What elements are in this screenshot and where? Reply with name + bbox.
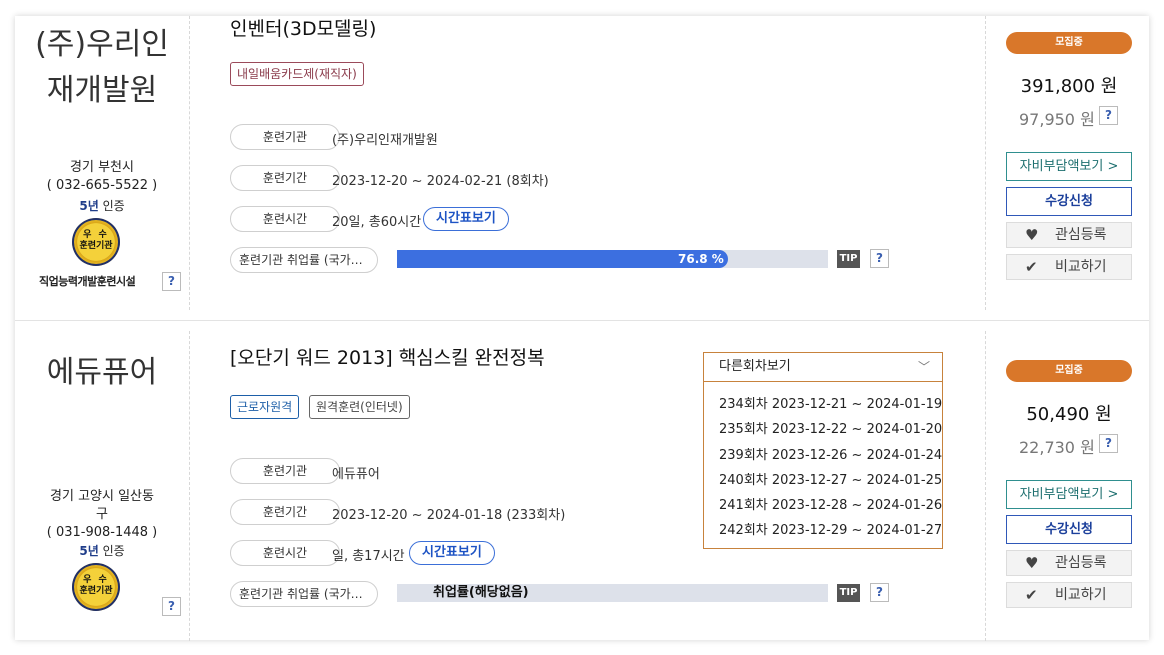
sessions-dropdown[interactable]: 다른회차보기 ﹀ 234회차 2023-12-21 ~ 2024-01-19 2… [703, 352, 943, 549]
label-employment[interactable]: 훈련기관 취업률 (국가… [230, 247, 378, 273]
label-org: 훈련기관 [230, 458, 340, 484]
self-burden-button[interactable]: 자비부담액보기 > [1006, 480, 1132, 509]
apply-button[interactable]: 수강신청 [1006, 515, 1132, 544]
tip-badge[interactable]: TIP [837, 584, 860, 602]
label-org: 훈련기관 [230, 124, 340, 150]
org-address: 경기 고양시 일산동 구 ( 031-908-1448 ) [46, 489, 158, 540]
course-tag: 근로자원격 [230, 395, 300, 419]
label-employment[interactable]: 훈련기관 취업률 (국가… [230, 581, 378, 607]
label-period: 훈련기간 [230, 165, 340, 191]
compare-button[interactable]: ✔ 비교하기 [1006, 254, 1132, 280]
timetable-button[interactable]: 시간표보기 [409, 541, 495, 565]
employment-help-button[interactable]: ? [870, 249, 889, 268]
session-option[interactable]: 234회차 2023-12-21 ~ 2024-01-19 [719, 392, 942, 417]
session-option[interactable]: 241회차 2023-12-28 ~ 2024-01-26 [719, 493, 942, 518]
divider [985, 16, 986, 310]
facility-label: 직업능력개발훈련시설 [39, 275, 136, 288]
heart-icon: ♥ [1025, 554, 1039, 572]
facility-help-button[interactable]: ? [162, 272, 181, 291]
period-value: 2023-12-20 ~ 2024-01-18 (233회차) [332, 508, 566, 523]
wish-button[interactable]: ♥ 관심등록 [1006, 222, 1132, 248]
compare-button[interactable]: ✔ 비교하기 [1006, 582, 1132, 608]
timetable-button[interactable]: 시간표보기 [423, 207, 509, 231]
employment-rate-bar: 76.8 % [397, 250, 828, 268]
employment-help-button[interactable]: ? [870, 583, 889, 602]
course-list-panel: (주)우리인 재개발원 경기 부천시 ( 032-665-5522 ) 5년 인… [15, 16, 1149, 641]
course-tag: 내일배움카드제(재직자) [230, 62, 364, 86]
course-price: 391,800 원 [1020, 76, 1118, 97]
self-burden-button[interactable]: 자비부담액보기 > [1006, 152, 1132, 181]
check-icon: ✔ [1025, 258, 1038, 276]
hours-value: 일, 총17시간 [332, 549, 405, 564]
session-option[interactable]: 242회차 2023-12-29 ~ 2024-01-27 [719, 518, 942, 543]
session-option[interactable]: 240회차 2023-12-27 ~ 2024-01-25 [719, 468, 942, 493]
divider [985, 331, 986, 641]
employment-rate-label: 취업률(해당없음) [433, 585, 529, 600]
org-name[interactable]: 에듀퓨어 [15, 350, 189, 396]
cert-badge: 5년 인증 [79, 544, 125, 558]
heart-icon: ♥ [1025, 226, 1039, 244]
self-price: 22,730 원 [1019, 438, 1095, 457]
divider [189, 16, 190, 310]
label-period: 훈련기간 [230, 499, 340, 525]
course-title[interactable]: [오단기 워드 2013] 핵심스킬 완전정복 [230, 343, 545, 370]
status-badge: 모집중 [1006, 32, 1132, 54]
employment-rate-bar: 취업률(해당없음) [397, 584, 828, 602]
cert-badge: 5년 인증 [79, 199, 125, 213]
status-badge: 모집중 [1006, 360, 1132, 382]
facility-help-button[interactable]: ? [162, 597, 181, 616]
org-value: (주)우리인재개발원 [332, 133, 438, 148]
course-card: 에듀퓨어 경기 고양시 일산동 구 ( 031-908-1448 ) 5년 인증… [15, 320, 1149, 641]
period-value: 2023-12-20 ~ 2024-02-21 (8회차) [332, 174, 549, 189]
apply-button[interactable]: 수강신청 [1006, 187, 1132, 216]
excellent-org-medal-icon: 우 수 훈련기관 [72, 563, 120, 611]
chevron-down-icon: ﹀ [917, 360, 930, 374]
price-help-button[interactable]: ? [1099, 106, 1118, 125]
hours-value: 20일, 총60시간 [332, 215, 422, 230]
course-price: 50,490 원 [1026, 404, 1112, 425]
divider [189, 331, 190, 641]
label-hours: 훈련시간 [230, 206, 340, 232]
check-icon: ✔ [1025, 586, 1038, 604]
org-address: 경기 부천시 ( 032-665-5522 ) [46, 160, 158, 193]
wish-button[interactable]: ♥ 관심등록 [1006, 550, 1132, 576]
label-hours: 훈련시간 [230, 540, 340, 566]
tip-badge[interactable]: TIP [837, 250, 860, 268]
course-tag: 원격훈련(인터넷) [309, 395, 410, 419]
sessions-dropdown-toggle[interactable]: 다른회차보기 ﹀ [704, 353, 942, 382]
employment-rate-label: 76.8 % [678, 252, 724, 266]
self-price: 97,950 원 [1019, 110, 1095, 129]
session-option[interactable]: 235회차 2023-12-22 ~ 2024-01-20 [719, 417, 942, 442]
sessions-list: 234회차 2023-12-21 ~ 2024-01-19 235회차 2023… [704, 382, 942, 548]
price-help-button[interactable]: ? [1099, 434, 1118, 453]
org-name[interactable]: (주)우리인 재개발원 [15, 22, 189, 114]
course-title[interactable]: 인벤터(3D모델링) [230, 14, 376, 41]
session-option[interactable]: 239회차 2023-12-26 ~ 2024-01-24 [719, 443, 942, 468]
org-value: 에듀퓨어 [332, 467, 380, 482]
course-card: (주)우리인 재개발원 경기 부천시 ( 032-665-5522 ) 5년 인… [15, 16, 1149, 320]
excellent-org-medal-icon: 우 수 훈련기관 [72, 218, 120, 266]
